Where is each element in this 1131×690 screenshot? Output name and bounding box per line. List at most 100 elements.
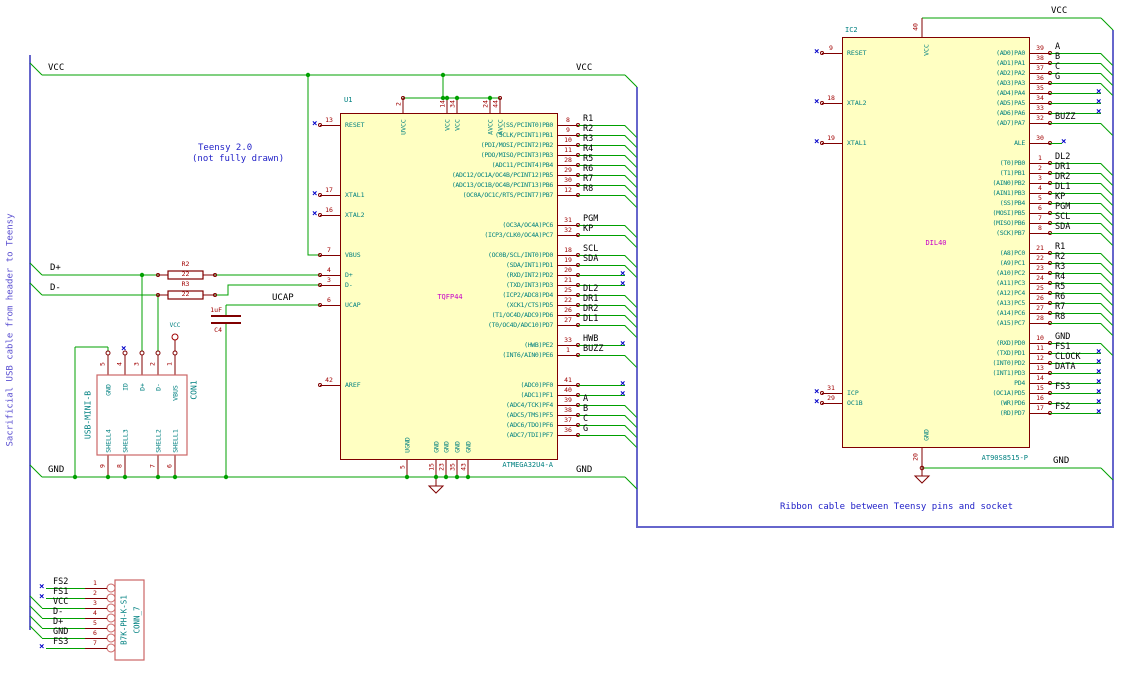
u1-pin-ucap[interactable]: 6 UCAP [316, 296, 416, 310]
pin-row[interactable]: × [380, 330, 645, 340]
ic2-value: DIL40 [925, 239, 947, 247]
u1-value: TQFP44 [437, 293, 463, 301]
pin-row[interactable]: (ADC7/TDI)PF7 36 G × [380, 424, 645, 448]
pin-row[interactable]: (T0/OC4D/ADC10)PD7 27 DL1 × [380, 314, 645, 338]
pin-row[interactable]: (T1/OC4D/ADC9)PD6 26 DR2 × [380, 304, 645, 328]
net-label-gnd[interactable]: GND [1053, 456, 1069, 466]
pin-row[interactable]: (A8)PC0 21 R1 × [880, 242, 1130, 266]
pin-row[interactable]: (A10)PC2 23 R3 × [880, 262, 1130, 286]
ic2-pin-reset[interactable]: × 9 RESET [814, 44, 918, 58]
pin-row[interactable]: (XCK1/CTS)PD5 22 DR1 × [380, 294, 645, 318]
pin-row[interactable]: (ICP3/CLK0/OC4A)PC7 32 KP × [380, 224, 645, 248]
pin-row[interactable]: (MISO)PB6 7 SCL × [880, 212, 1130, 236]
net-label: DATA [1055, 362, 1076, 372]
pin-row[interactable]: (SCK)PB7 8 SDA × [880, 222, 1130, 246]
pin-name: (A13)PC5 [996, 299, 1025, 307]
pin-row[interactable]: (PDI/MOSI/PCINT2)PB2 10 R3 × [380, 134, 645, 158]
pin-row[interactable]: (ADC12/OC1A/OC4B/PCINT12)PB5 29 R6 × [380, 164, 645, 188]
pin-row[interactable]: × [380, 370, 645, 380]
pin-row[interactable]: (SDA/INT1)PD1 19 SDA × [380, 254, 645, 278]
pin-row[interactable]: (RXD/INT2)PD2 20 × [380, 266, 645, 280]
pin-row[interactable]: (RD)PD7 17 FS2 × [880, 402, 1130, 418]
pin-row[interactable]: (AIN0)PB2 3 DR2 × [880, 172, 1130, 196]
pin-row[interactable]: (AD6)PA6 33 × [880, 104, 1130, 118]
u1-pin-dminus[interactable]: 3 D- [316, 276, 416, 290]
pin-row[interactable]: (ICP2/ADC8)PD4 25 DL2 × [380, 284, 645, 308]
pin-row[interactable]: (AD2)PA2 37 C × [880, 62, 1130, 86]
ic2-pin-xtal2[interactable]: × 18 XTAL2 [814, 94, 918, 108]
ic2-pin-xtal1[interactable]: × 19 XTAL1 [814, 134, 918, 148]
pin-number: 7 [1038, 214, 1042, 222]
pin-number: 38 [564, 406, 572, 414]
pin-row[interactable]: × [380, 360, 645, 370]
pin-row[interactable]: (TXD)PD1 11 FS1 × [880, 342, 1130, 358]
pin-row[interactable]: (ADC5/TMS)PF5 38 B × [380, 404, 645, 428]
pin-row[interactable]: × [880, 148, 1130, 158]
pin-row[interactable]: (INT1)PD3 13 DATA × [880, 362, 1130, 378]
r2-ref[interactable]: R2 [168, 261, 203, 268]
pin-row[interactable]: (ADC0)PF0 41 × [380, 376, 645, 390]
pin-row[interactable]: (TXD/INT3)PD3 21 × [380, 276, 645, 290]
pin-row[interactable]: (A15)PC7 28 R8 × [880, 312, 1130, 336]
pin-row[interactable]: (ADC11/PCINT4)PB4 28 R5 × [380, 154, 645, 178]
net-label-dplus[interactable]: D+ [50, 263, 61, 273]
no-connect-icon: × [39, 642, 45, 652]
pin-row[interactable]: (ADC4/TCK)PF4 39 A × [380, 394, 645, 418]
pin-row[interactable]: (ADC1)PF1 40 × [380, 386, 645, 400]
pin-row[interactable]: (OC3A/OC4A)PC6 31 PGM × [380, 214, 645, 238]
pin-number: 2 [93, 589, 97, 597]
pin-row[interactable]: (HWB)PE2 33 HWB × [380, 334, 645, 350]
pin-row[interactable]: (A14)PC6 27 R7 × [880, 302, 1130, 326]
ic2-pin-oc1b[interactable]: × 29 OC1B [814, 394, 918, 408]
pin-name: (ADC13/OC1B/OC4B/PCINT13)PB6 [451, 181, 553, 189]
pin-row[interactable]: (ADC13/OC1B/OC4B/PCINT13)PB6 30 R7 × [380, 174, 645, 198]
u1-pin-aref[interactable]: 42 AREF [316, 376, 416, 390]
pin-row[interactable]: (SCLK/PCINT1)PB1 9 R2 × [380, 124, 645, 148]
net-label-gnd[interactable]: GND [48, 465, 64, 475]
u1-ref[interactable]: U1 [344, 96, 352, 104]
u1-pin-vbus[interactable]: 7 VBUS [316, 246, 416, 260]
net-label-gnd[interactable]: GND [576, 465, 592, 475]
pin-row[interactable]: (AD1)PA1 38 B × [880, 52, 1130, 76]
net-label-ucap[interactable]: UCAP [272, 293, 294, 303]
pin-row[interactable]: (AD7)PA7 32 BUZZ × [880, 112, 1130, 136]
pin-row[interactable]: (MOSI)PB5 6 PGM × [880, 202, 1130, 226]
pin-row[interactable]: (INT6/AIN0)PE6 1 BUZZ × [380, 344, 645, 368]
pin-row[interactable]: (OC0A/OC1C/RTS/PCINT7)PB7 12 R8 × [380, 184, 645, 208]
pin-row[interactable]: × [380, 240, 645, 250]
pin-row[interactable]: (SS)PB4 5 KP × [880, 192, 1130, 216]
gnd-symbol-u1 [427, 477, 445, 494]
pin-row[interactable]: (T0)PB0 1 DL2 × [880, 152, 1130, 176]
pin-row[interactable]: (ADC6/TDO)PF6 37 C × [380, 414, 645, 438]
pin-row[interactable]: PD4 14 × [880, 374, 1130, 388]
pin-row[interactable]: × FS3 7 [39, 637, 152, 653]
pin-row[interactable]: (A9)PC1 22 R2 × [880, 252, 1130, 276]
c4-ref[interactable]: C4 [196, 327, 222, 334]
pin-row[interactable]: (A12)PC4 25 R5 × [880, 282, 1130, 306]
pin-row[interactable]: (OC0B/SCL/INT0)PD0 18 SCL × [380, 244, 645, 268]
pin-row[interactable]: (AD3)PA3 36 G × [880, 72, 1130, 96]
pin-row[interactable]: × [380, 200, 645, 210]
net-label-vcc[interactable]: VCC [48, 63, 64, 73]
u1-pin-xtal1[interactable]: × 17 XTAL1 [312, 186, 416, 200]
net-label-dminus[interactable]: D- [50, 283, 61, 293]
net-label-vcc[interactable]: VCC [1051, 6, 1067, 16]
pin-row[interactable]: (A11)PC3 24 R4 × [880, 272, 1130, 296]
pin-row[interactable]: × [880, 128, 1130, 138]
pin-row[interactable]: (A13)PC5 26 R6 × [880, 292, 1130, 316]
pin-row[interactable]: (RXD)PD0 10 GND × [880, 332, 1130, 356]
pin-row[interactable]: (AIN1)PB3 4 DL1 × [880, 182, 1130, 206]
pin-row[interactable]: × [380, 210, 645, 220]
ic2-ref[interactable]: IC2 [845, 26, 858, 34]
pin-name: (PDI/MOSI/PCINT2)PB2 [480, 141, 554, 149]
r3-ref[interactable]: R3 [168, 281, 203, 288]
pin-row[interactable]: (INT0)PD2 12 CLOCK × [880, 352, 1130, 368]
pin-row[interactable]: (T1)PB1 2 DR1 × [880, 162, 1130, 186]
c4-value: 1uF [210, 306, 222, 314]
pin-row[interactable]: × [880, 328, 1130, 338]
pin-row[interactable]: (SS/PCINT0)PB0 8 R1 × [380, 114, 645, 138]
pin-row[interactable]: (PDO/MISO/PCINT3)PB3 11 R4 × [380, 144, 645, 168]
net-label-vcc[interactable]: VCC [576, 63, 592, 73]
pin-row[interactable]: (AD4)PA4 35 × [880, 84, 1130, 98]
u1-pin-xtal2[interactable]: × 16 XTAL2 [312, 206, 416, 220]
